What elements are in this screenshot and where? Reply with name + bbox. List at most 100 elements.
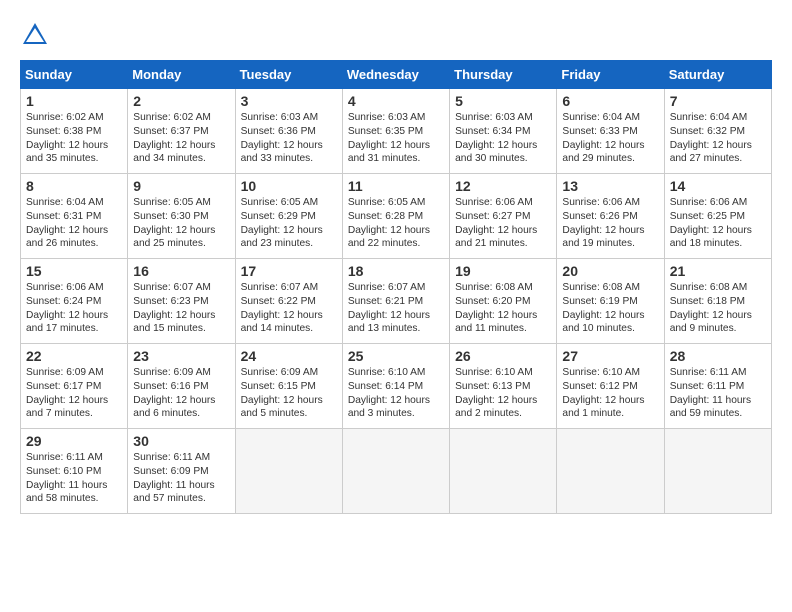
day-number: 5	[455, 93, 551, 109]
weekday-header-thursday: Thursday	[450, 61, 557, 89]
day-number: 25	[348, 348, 444, 364]
cell-details: Sunrise: 6:02 AMSunset: 6:38 PMDaylight:…	[26, 112, 108, 164]
calendar-cell: 17Sunrise: 6:07 AMSunset: 6:22 PMDayligh…	[235, 259, 342, 344]
cell-details: Sunrise: 6:03 AMSunset: 6:34 PMDaylight:…	[455, 112, 537, 164]
day-number: 8	[26, 178, 122, 194]
day-number: 22	[26, 348, 122, 364]
calendar-week-3: 15 Sunrise: 6:06 AMSunset: 6:24 PMDayligh…	[21, 259, 772, 344]
calendar-cell: 12 Sunrise: 6:06 AMSunset: 6:27 PMDayligh…	[450, 174, 557, 259]
cell-details: Sunrise: 6:08 AMSunset: 6:18 PMDaylight:…	[670, 282, 752, 334]
calendar-table: SundayMondayTuesdayWednesdayThursdayFrid…	[20, 60, 772, 514]
day-number: 24	[241, 348, 337, 364]
calendar-week-5: 29 Sunrise: 6:11 AMSunset: 6:10 PMDayligh…	[21, 429, 772, 514]
cell-details: Sunrise: 6:05 AMSunset: 6:30 PMDaylight:…	[133, 197, 215, 249]
day-number: 20	[562, 263, 658, 279]
page-header	[20, 20, 772, 50]
cell-details: Sunrise: 6:08 AMSunset: 6:20 PMDaylight:…	[455, 282, 537, 334]
cell-details: Sunrise: 6:09 AMSunset: 6:16 PMDaylight:…	[133, 367, 215, 419]
calendar-cell: 6 Sunrise: 6:04 AMSunset: 6:33 PMDaylight…	[557, 89, 664, 174]
weekday-header-friday: Friday	[557, 61, 664, 89]
cell-details: Sunrise: 6:06 AMSunset: 6:26 PMDaylight:…	[562, 197, 644, 249]
calendar-cell: 25 Sunrise: 6:10 AMSunset: 6:14 PMDayligh…	[342, 344, 449, 429]
day-number: 10	[241, 178, 337, 194]
calendar-cell: 15 Sunrise: 6:06 AMSunset: 6:24 PMDayligh…	[21, 259, 128, 344]
calendar-week-4: 22Sunrise: 6:09 AMSunset: 6:17 PMDayligh…	[21, 344, 772, 429]
calendar-week-2: 8Sunrise: 6:04 AMSunset: 6:31 PMDaylight…	[21, 174, 772, 259]
weekday-header-sunday: Sunday	[21, 61, 128, 89]
cell-details: Sunrise: 6:06 AMSunset: 6:25 PMDaylight:…	[670, 197, 752, 249]
calendar-cell: 20 Sunrise: 6:08 AMSunset: 6:19 PMDayligh…	[557, 259, 664, 344]
day-number: 29	[26, 433, 122, 449]
cell-details: Sunrise: 6:11 AMSunset: 6:09 PMDaylight:…	[133, 452, 214, 504]
day-number: 18	[348, 263, 444, 279]
day-number: 7	[670, 93, 766, 109]
day-number: 6	[562, 93, 658, 109]
cell-details: Sunrise: 6:05 AMSunset: 6:28 PMDaylight:…	[348, 197, 430, 249]
day-number: 27	[562, 348, 658, 364]
calendar-cell	[235, 429, 342, 514]
calendar-week-1: 1 Sunrise: 6:02 AMSunset: 6:38 PMDaylight…	[21, 89, 772, 174]
calendar-cell: 29 Sunrise: 6:11 AMSunset: 6:10 PMDayligh…	[21, 429, 128, 514]
weekday-header-wednesday: Wednesday	[342, 61, 449, 89]
calendar-cell: 8Sunrise: 6:04 AMSunset: 6:31 PMDaylight…	[21, 174, 128, 259]
logo-icon	[20, 20, 50, 50]
calendar-cell: 18 Sunrise: 6:07 AMSunset: 6:21 PMDayligh…	[342, 259, 449, 344]
calendar-cell: 28 Sunrise: 6:11 AMSunset: 6:11 PMDayligh…	[664, 344, 771, 429]
cell-details: Sunrise: 6:05 AMSunset: 6:29 PMDaylight:…	[241, 197, 323, 249]
day-number: 21	[670, 263, 766, 279]
calendar-cell: 2 Sunrise: 6:02 AMSunset: 6:37 PMDaylight…	[128, 89, 235, 174]
day-number: 9	[133, 178, 229, 194]
cell-details: Sunrise: 6:04 AMSunset: 6:33 PMDaylight:…	[562, 112, 644, 164]
day-number: 19	[455, 263, 551, 279]
day-number: 17	[241, 263, 337, 279]
calendar-cell: 16Sunrise: 6:07 AMSunset: 6:23 PMDayligh…	[128, 259, 235, 344]
calendar-cell: 4Sunrise: 6:03 AMSunset: 6:35 PMDaylight…	[342, 89, 449, 174]
day-number: 23	[133, 348, 229, 364]
day-number: 30	[133, 433, 229, 449]
cell-details: Sunrise: 6:03 AMSunset: 6:36 PMDaylight:…	[241, 112, 323, 164]
cell-details: Sunrise: 6:11 AMSunset: 6:10 PMDaylight:…	[26, 452, 107, 504]
weekday-header-monday: Monday	[128, 61, 235, 89]
day-number: 28	[670, 348, 766, 364]
calendar-cell: 3 Sunrise: 6:03 AMSunset: 6:36 PMDaylight…	[235, 89, 342, 174]
cell-details: Sunrise: 6:10 AMSunset: 6:12 PMDaylight:…	[562, 367, 644, 419]
calendar-cell: 9 Sunrise: 6:05 AMSunset: 6:30 PMDaylight…	[128, 174, 235, 259]
calendar-cell: 7 Sunrise: 6:04 AMSunset: 6:32 PMDaylight…	[664, 89, 771, 174]
day-number: 14	[670, 178, 766, 194]
day-number: 3	[241, 93, 337, 109]
calendar-cell: 27 Sunrise: 6:10 AMSunset: 6:12 PMDayligh…	[557, 344, 664, 429]
cell-details: Sunrise: 6:06 AMSunset: 6:24 PMDaylight:…	[26, 282, 108, 334]
day-number: 15	[26, 263, 122, 279]
calendar-cell: 10 Sunrise: 6:05 AMSunset: 6:29 PMDayligh…	[235, 174, 342, 259]
cell-details: Sunrise: 6:06 AMSunset: 6:27 PMDaylight:…	[455, 197, 537, 249]
day-number: 11	[348, 178, 444, 194]
cell-details: Sunrise: 6:02 AMSunset: 6:37 PMDaylight:…	[133, 112, 215, 164]
logo	[20, 20, 54, 50]
cell-details: Sunrise: 6:07 AMSunset: 6:21 PMDaylight:…	[348, 282, 430, 334]
calendar-cell: 11 Sunrise: 6:05 AMSunset: 6:28 PMDayligh…	[342, 174, 449, 259]
weekday-header-tuesday: Tuesday	[235, 61, 342, 89]
day-number: 1	[26, 93, 122, 109]
calendar-cell	[342, 429, 449, 514]
day-number: 12	[455, 178, 551, 194]
cell-details: Sunrise: 6:08 AMSunset: 6:19 PMDaylight:…	[562, 282, 644, 334]
cell-details: Sunrise: 6:09 AMSunset: 6:15 PMDaylight:…	[241, 367, 323, 419]
calendar-cell: 30 Sunrise: 6:11 AMSunset: 6:09 PMDayligh…	[128, 429, 235, 514]
cell-details: Sunrise: 6:10 AMSunset: 6:14 PMDaylight:…	[348, 367, 430, 419]
calendar-cell: 19 Sunrise: 6:08 AMSunset: 6:20 PMDayligh…	[450, 259, 557, 344]
cell-details: Sunrise: 6:03 AMSunset: 6:35 PMDaylight:…	[348, 112, 430, 164]
calendar-cell: 5 Sunrise: 6:03 AMSunset: 6:34 PMDaylight…	[450, 89, 557, 174]
calendar-cell: 22Sunrise: 6:09 AMSunset: 6:17 PMDayligh…	[21, 344, 128, 429]
cell-details: Sunrise: 6:11 AMSunset: 6:11 PMDaylight:…	[670, 367, 751, 419]
calendar-cell	[664, 429, 771, 514]
calendar-cell: 26Sunrise: 6:10 AMSunset: 6:13 PMDayligh…	[450, 344, 557, 429]
cell-details: Sunrise: 6:10 AMSunset: 6:13 PMDaylight:…	[455, 367, 537, 419]
cell-details: Sunrise: 6:04 AMSunset: 6:32 PMDaylight:…	[670, 112, 752, 164]
day-number: 2	[133, 93, 229, 109]
calendar-cell: 13Sunrise: 6:06 AMSunset: 6:26 PMDayligh…	[557, 174, 664, 259]
weekday-header-row: SundayMondayTuesdayWednesdayThursdayFrid…	[21, 61, 772, 89]
calendar-cell	[450, 429, 557, 514]
calendar-cell: 23 Sunrise: 6:09 AMSunset: 6:16 PMDayligh…	[128, 344, 235, 429]
calendar-cell: 14 Sunrise: 6:06 AMSunset: 6:25 PMDayligh…	[664, 174, 771, 259]
calendar-cell: 24 Sunrise: 6:09 AMSunset: 6:15 PMDayligh…	[235, 344, 342, 429]
